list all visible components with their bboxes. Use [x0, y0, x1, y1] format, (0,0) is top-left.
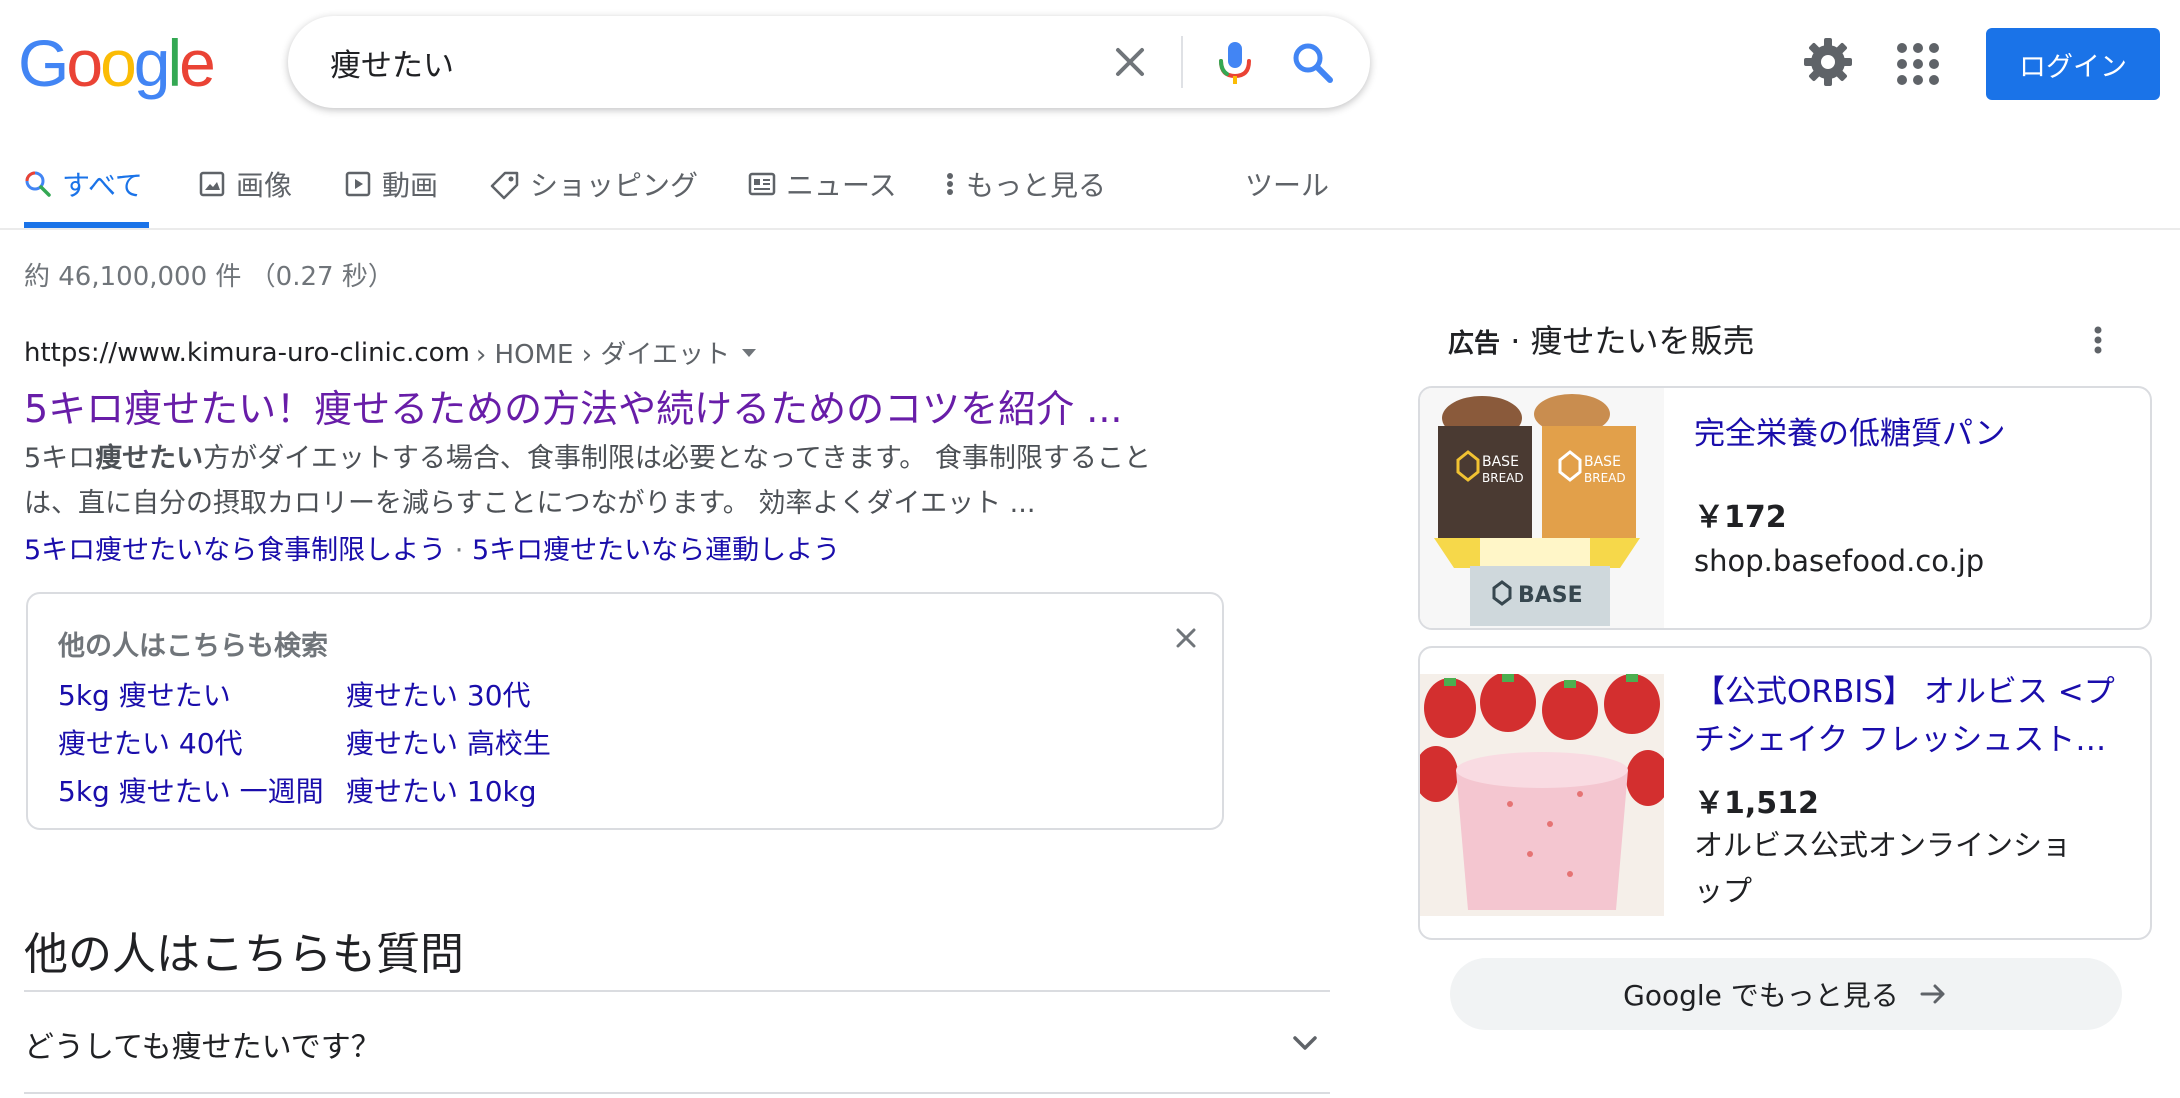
sitelink-separator: ·: [446, 535, 472, 566]
ad-price: ￥172: [1694, 500, 1787, 535]
ad-store-line: オルビス公式オンラインショ: [1694, 828, 2072, 862]
settings-gear-icon[interactable]: [1800, 34, 1856, 90]
svg-text:BASE: BASE: [1482, 454, 1519, 470]
tab-shopping[interactable]: ショッピング: [490, 164, 698, 228]
more-on-google-label: Google でもっと見る: [1623, 979, 1899, 1012]
logo-letter: o: [100, 26, 137, 100]
sitelink[interactable]: 5キロ痩せたいなら食事制限しよう: [24, 535, 446, 566]
related-search-link[interactable]: 痩せたい 30代: [346, 674, 531, 714]
search-icon[interactable]: [1286, 36, 1340, 90]
tab-all[interactable]: すべて: [24, 164, 149, 228]
svg-text:BASE: BASE: [1518, 583, 1583, 608]
people-also-search-title: 他の人はこちらも検索: [58, 631, 328, 662]
tab-images[interactable]: 画像: [198, 164, 292, 228]
search-input[interactable]: 痩せたい: [330, 40, 454, 85]
play-icon: [345, 171, 371, 197]
tab-label: もっと見る: [966, 169, 1107, 202]
tag-icon: [490, 171, 519, 200]
more-vert-icon: [947, 173, 953, 195]
logo-letter: l: [167, 26, 183, 100]
result-breadcrumb: › HOME › ダイエット: [475, 340, 731, 370]
people-also-search-box: 他の人はこちらも検索 5kg 痩せたい 痩せたい 40代 5kg 痩せたい 一週…: [26, 592, 1224, 830]
tab-label: ニュース: [786, 169, 897, 202]
more-options-icon[interactable]: [2086, 322, 2110, 358]
tab-label: 動画: [382, 169, 439, 202]
search-divider: [1181, 36, 1183, 88]
tab-label: 画像: [236, 169, 293, 202]
search-icon: [25, 171, 51, 197]
google-logo[interactable]: Google: [18, 26, 216, 100]
logo-letter: o: [66, 26, 103, 100]
related-search-link[interactable]: 5kg 痩せたい 一週間: [58, 770, 324, 810]
people-also-ask-title: 他の人はこちらも質問: [24, 929, 464, 980]
product-ad-card[interactable]: 【公式ORBIS】 オルビス <プ チシェイク フレッシュスト… ￥1,512 …: [1418, 646, 2152, 940]
snippet-text: 5キロ: [24, 443, 96, 474]
result-title-link[interactable]: 5キロ痩せたい！痩せるための方法や続けるためのコツを紹介 ...: [24, 378, 1123, 433]
login-button[interactable]: ログイン: [1986, 28, 2160, 100]
product-ad-card[interactable]: BASE BREAD BASE BREAD BASE 完全栄養の低糖質パン ￥1…: [1418, 386, 2152, 630]
ad-label: 広告: [1448, 329, 1501, 359]
product-image: [1420, 672, 1670, 916]
tab-more[interactable]: もっと見る: [944, 164, 1106, 228]
ad-title-line[interactable]: 【公式ORBIS】 オルビス <プ: [1694, 668, 2115, 716]
related-search-link[interactable]: 痩せたい 10kg: [346, 770, 537, 810]
result-domain: https://www.kimura-uro-clinic.com: [24, 337, 470, 368]
related-search-link[interactable]: 痩せたい 40代: [58, 722, 243, 762]
ad-price: ￥1,512: [1694, 786, 1819, 821]
related-search-link[interactable]: 5kg 痩せたい: [58, 674, 231, 714]
news-icon: [748, 172, 776, 196]
logo-letter: e: [179, 26, 216, 100]
close-icon[interactable]: [1168, 620, 1204, 656]
logo-letter: G: [18, 26, 69, 100]
question-item[interactable]: どうしても痩せたいです？: [24, 1022, 381, 1066]
result-stats: 約 46,100,000 件 （0.27 秒）: [24, 262, 394, 292]
clear-search-icon[interactable]: [1106, 38, 1154, 86]
svg-text:BREAD: BREAD: [1482, 471, 1524, 485]
apps-grid-icon[interactable]: [1894, 40, 1942, 88]
result-url[interactable]: https://www.kimura-uro-clinic.com › HOME…: [24, 334, 762, 371]
tab-label: ショッピング: [530, 169, 699, 202]
divider: [24, 990, 1330, 992]
logo-letter: g: [133, 26, 171, 100]
tab-tools[interactable]: ツール: [1245, 164, 1329, 228]
image-icon: [199, 171, 225, 197]
search-tabs: すべて 画像 動画 ショッピング ニュース もっと見る ツール: [0, 150, 2180, 230]
related-search-link[interactable]: 痩せたい 高校生: [346, 722, 551, 762]
snippet-highlight: 痩せたい: [95, 443, 204, 474]
result-sitelinks: 5キロ痩せたいなら食事制限しよう · 5キロ痩せたいなら運動しよう: [24, 528, 840, 567]
result-snippet: 5キロ痩せたい方がダイエットする場合、食事制限は必要となってきます。 食事制限す…: [24, 436, 1204, 526]
ad-title[interactable]: 完全栄養の低糖質パン: [1694, 410, 2006, 458]
svg-text:BASE: BASE: [1584, 454, 1621, 470]
ad-store: shop.basefood.co.jp: [1694, 544, 1985, 578]
ads-heading-text: · 痩せたいを販売: [1500, 322, 1755, 360]
ad-title-line[interactable]: チシェイク フレッシュスト…: [1694, 716, 2106, 764]
arrow-right-icon: [1920, 984, 1945, 1004]
svg-text:BREAD: BREAD: [1584, 471, 1626, 485]
microphone-icon[interactable]: [1208, 36, 1262, 90]
tab-label: ツール: [1245, 169, 1330, 202]
tab-videos[interactable]: 動画: [344, 164, 438, 228]
more-on-google-button[interactable]: Google でもっと見る: [1450, 958, 2122, 1030]
search-box[interactable]: 痩せたい: [288, 16, 1370, 108]
shopping-ads-heading: 広告 · 痩せたいを販売: [1448, 316, 1755, 362]
tab-label: すべて: [62, 169, 143, 202]
caret-down-icon[interactable]: [736, 340, 762, 366]
chevron-down-icon[interactable]: [1288, 1026, 1322, 1060]
product-image: BASE BREAD BASE BREAD BASE: [1420, 388, 1664, 628]
divider: [24, 1092, 1330, 1094]
sitelink[interactable]: 5キロ痩せたいなら運動しよう: [472, 535, 840, 566]
ad-store-line: ップ: [1694, 874, 1753, 908]
tab-news[interactable]: ニュース: [748, 164, 897, 228]
